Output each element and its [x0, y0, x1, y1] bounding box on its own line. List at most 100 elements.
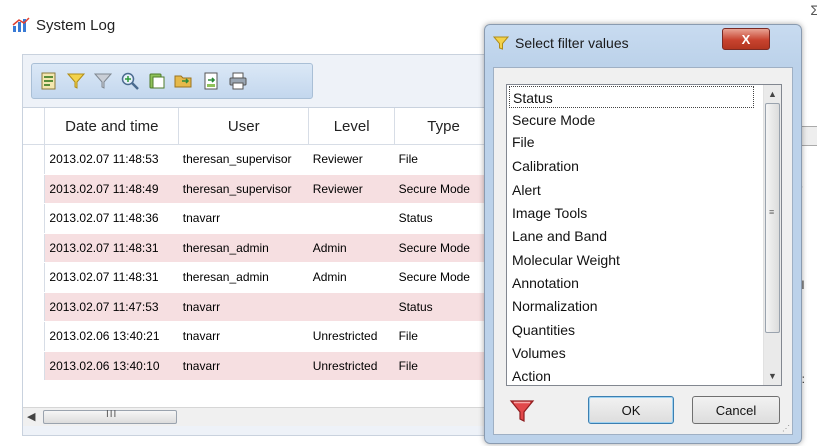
cell-user: theresan_supervisor [178, 174, 309, 204]
row-header[interactable] [23, 321, 46, 352]
filter-icon [493, 36, 509, 50]
column-header-datetime[interactable]: Date and time [44, 108, 180, 145]
resize-grip-icon[interactable]: ⋰ [782, 424, 790, 433]
row-header[interactable] [23, 203, 46, 234]
table-row[interactable]: 2013.02.06 13:40:21 tnavarr Unrestricted… [23, 321, 493, 352]
zoom-icon[interactable] [117, 68, 142, 94]
cancel-button[interactable]: Cancel [692, 396, 780, 424]
main-close-icon[interactable]: Σ [810, 2, 817, 18]
vertical-scroll-thumb[interactable]: ≡ [765, 103, 780, 333]
cell-level: Admin [308, 262, 395, 293]
cell-user: tnavarr [178, 321, 309, 352]
cell-type: File [394, 321, 493, 352]
dialog-title-bar: Select filter values [493, 35, 629, 51]
column-header-user[interactable]: User [178, 108, 310, 145]
scroll-up-icon[interactable]: ▲ [768, 89, 777, 99]
save-icon[interactable] [198, 68, 223, 94]
vertical-scrollbar[interactable]: ▲ ≡ ▼ [763, 85, 781, 385]
list-item[interactable]: Alert [512, 179, 541, 201]
clear-filter-icon[interactable] [90, 68, 115, 94]
table-row[interactable]: 2013.02.07 11:48:31 theresan_admin Admin… [23, 262, 493, 293]
row-header[interactable] [23, 262, 46, 293]
list-item[interactable]: Annotation [512, 272, 579, 294]
apply-filter-icon[interactable] [508, 397, 536, 425]
filter-icon[interactable] [63, 68, 88, 94]
cell-level [308, 203, 395, 234]
log-table: Date and time User Level Type 2013.02.07… [23, 108, 493, 381]
dialog-body: Status Secure Mode File Calibration Aler… [493, 67, 793, 435]
list-item[interactable]: Molecular Weight [512, 249, 620, 271]
cell-datetime: 2013.02.07 11:48:31 [44, 262, 179, 293]
cell-level: Admin [308, 233, 395, 263]
open-folder-icon[interactable] [171, 68, 196, 94]
row-header[interactable] [23, 174, 46, 204]
row-header[interactable] [23, 292, 46, 322]
filter-values-list[interactable]: Status Secure Mode File Calibration Aler… [506, 84, 782, 386]
ok-button[interactable]: OK [588, 396, 674, 424]
row-header[interactable] [23, 144, 46, 175]
cell-level: Unrestricted [308, 351, 395, 381]
table-row[interactable]: 2013.02.07 11:47:53 tnavarr Status [23, 292, 493, 322]
dialog-close-button[interactable]: X [722, 28, 770, 50]
list-item[interactable]: Quantities [512, 319, 575, 341]
cell-datetime: 2013.02.07 11:48:31 [44, 233, 179, 263]
log-rows: 2013.02.07 11:48:53 theresan_supervisor … [23, 144, 493, 381]
window-title: System Log [36, 16, 116, 34]
cell-datetime: 2013.02.07 11:48:36 [44, 203, 179, 234]
list-item[interactable]: Lane and Band [512, 225, 607, 247]
table-row[interactable]: 2013.02.07 11:48:49 theresan_supervisor … [23, 174, 493, 204]
table-row[interactable]: 2013.02.06 13:40:10 tnavarr Unrestricted… [23, 351, 493, 381]
copy-icon[interactable] [144, 68, 169, 94]
cell-datetime: 2013.02.06 13:40:21 [44, 321, 179, 352]
cell-type: Status [394, 203, 493, 234]
row-header[interactable] [23, 233, 46, 263]
list-item[interactable]: Secure Mode [512, 109, 595, 131]
list-item[interactable]: File [512, 131, 535, 153]
toolbar [31, 63, 313, 99]
cell-type: Secure Mode [394, 233, 493, 263]
title-bar: System Log [12, 12, 115, 38]
horizontal-scrollbar[interactable]: ◀ III [23, 407, 493, 426]
column-header-level[interactable]: Level [308, 108, 396, 145]
cell-type: Status [394, 292, 493, 322]
row-header-corner [23, 108, 46, 145]
column-header-type[interactable]: Type [394, 108, 493, 145]
dialog-title: Select filter values [515, 35, 629, 51]
cell-user: theresan_supervisor [178, 144, 309, 175]
cell-datetime: 2013.02.06 13:40:10 [44, 351, 179, 381]
cell-user: theresan_admin [178, 262, 309, 293]
list-item[interactable]: Volumes [512, 342, 566, 364]
cell-user: theresan_admin [178, 233, 309, 263]
scroll-grip-icon: ≡ [769, 207, 775, 217]
cell-type: File [394, 144, 493, 175]
table-row[interactable]: 2013.02.07 11:48:31 theresan_admin Admin… [23, 233, 493, 263]
table-row[interactable]: 2013.02.07 11:48:36 tnavarr Status [23, 203, 493, 234]
cell-datetime: 2013.02.07 11:48:53 [44, 144, 179, 175]
table-row[interactable]: 2013.02.07 11:48:53 theresan_supervisor … [23, 144, 493, 175]
cell-user: tnavarr [178, 351, 309, 381]
cell-user: tnavarr [178, 203, 309, 234]
cell-datetime: 2013.02.07 11:48:49 [44, 174, 179, 204]
cell-type: Secure Mode [394, 174, 493, 204]
select-filter-dialog: Select filter values X Status Secure Mod… [484, 24, 802, 444]
cell-level: Reviewer [308, 144, 395, 175]
log-grid: Date and time User Level Type 2013.02.07… [23, 107, 493, 408]
cell-type: File [394, 351, 493, 381]
list-item[interactable]: Normalization [512, 295, 598, 317]
print-icon[interactable] [225, 68, 250, 94]
list-item[interactable]: Action [512, 365, 551, 385]
horizontal-scroll-thumb[interactable]: III [43, 409, 177, 424]
scroll-grip: III [106, 409, 118, 420]
app-icon [12, 17, 30, 32]
cell-user: tnavarr [178, 292, 309, 322]
cell-type: Secure Mode [394, 262, 493, 293]
log-panel: Date and time User Level Type 2013.02.07… [22, 54, 494, 436]
row-header[interactable] [23, 351, 46, 381]
scroll-left-icon[interactable]: ◀ [27, 410, 35, 423]
list-item[interactable]: Calibration [512, 155, 579, 177]
list-item[interactable]: Image Tools [512, 202, 587, 224]
cell-level: Reviewer [308, 174, 395, 204]
scroll-down-icon[interactable]: ▼ [768, 371, 777, 381]
export-report-icon[interactable] [36, 68, 61, 94]
list-item[interactable]: Status [509, 86, 754, 108]
